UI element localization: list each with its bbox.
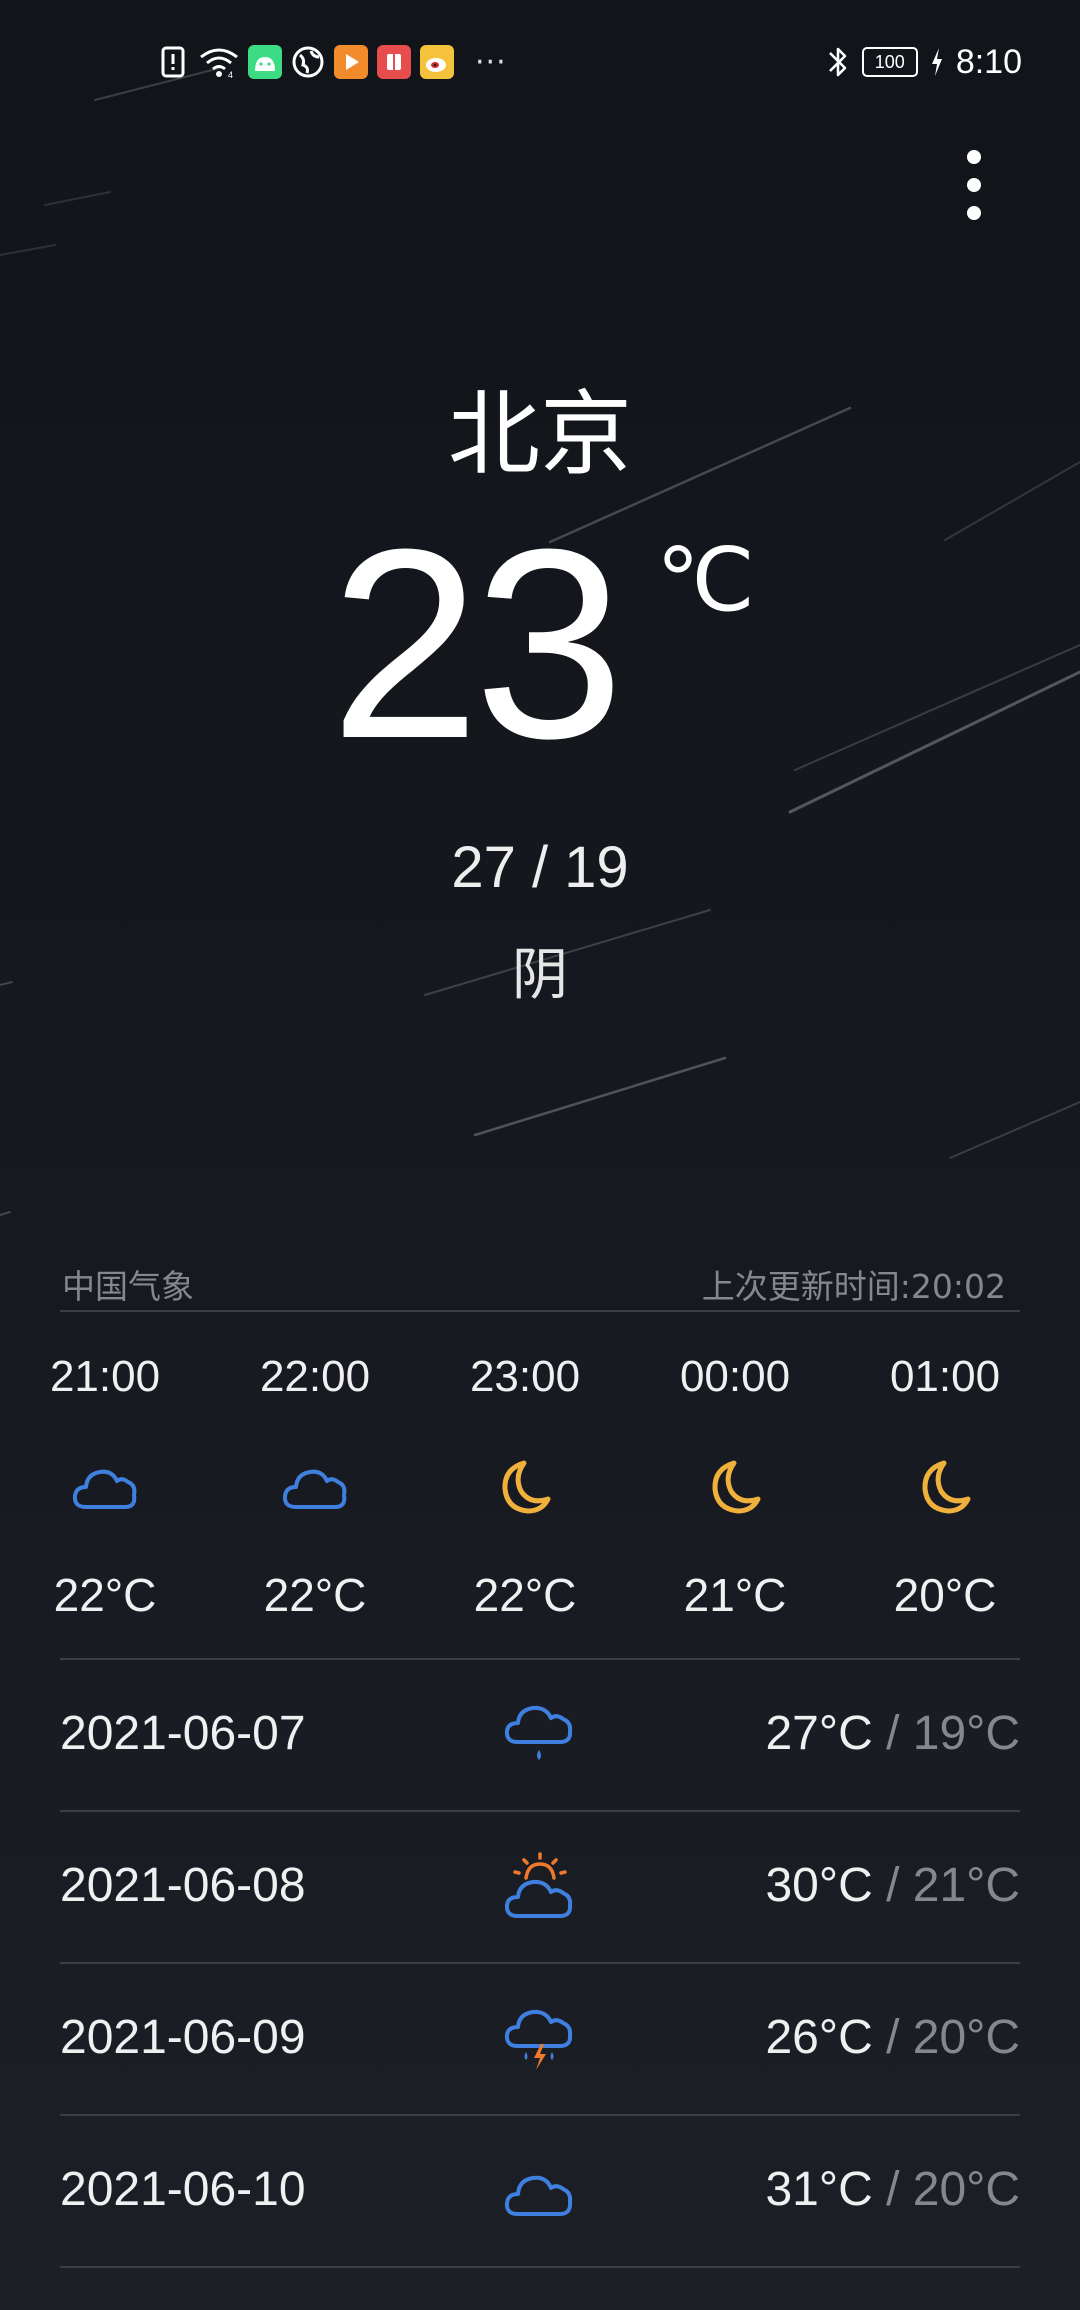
day-high: 30°C bbox=[765, 1859, 873, 1912]
hour-temperature: 20°C bbox=[893, 1569, 997, 1621]
cloudy-icon bbox=[72, 1469, 137, 1509]
current-temperature: 23 bbox=[330, 494, 624, 795]
day-temperatures: 31°C / 20°C bbox=[765, 2162, 1020, 2217]
charging-icon bbox=[931, 48, 942, 76]
day-high: 31°C bbox=[765, 2163, 873, 2216]
day-date: 2021-06-10 bbox=[60, 2163, 306, 2216]
day-temperatures: 27°C / 19°C bbox=[765, 1706, 1020, 1761]
status-bar-notification-icons: 4 ··· bbox=[156, 38, 507, 86]
weather-condition: 阴 bbox=[512, 943, 568, 1008]
rain-icon bbox=[504, 1705, 573, 1760]
moon-icon bbox=[502, 1460, 551, 1514]
thunder-rain-icon bbox=[504, 2009, 573, 2070]
status-bar-system-icons: 100 8:10 bbox=[826, 34, 1022, 90]
daily-row[interactable]: 2021-06-10 31°C / 20°C bbox=[60, 2114, 1020, 2268]
status-bar-time: 8:10 bbox=[955, 42, 1022, 81]
temp-separator: / bbox=[872, 1859, 913, 1912]
sim-alert-icon bbox=[161, 46, 185, 78]
globe-icon bbox=[292, 46, 324, 78]
status-bar: 4 ··· 100 8:10 bbox=[0, 30, 1080, 94]
day-date: 2021-06-08 bbox=[60, 1859, 306, 1912]
day-low: 20°C bbox=[912, 2011, 1020, 2064]
day-high: 27°C bbox=[765, 1707, 873, 1760]
data-source: 中国气象 bbox=[62, 1267, 194, 1306]
day-high: 26°C bbox=[765, 2011, 873, 2064]
day-low: 21°C bbox=[912, 1859, 1020, 1912]
hourly-forecast: 21:00 22°C 22:00 22°C 23:00 22°C 00:00 2… bbox=[0, 1352, 1080, 1652]
hour-time: 00:00 bbox=[679, 1352, 791, 1401]
last-updated: 上次更新时间:20:02 bbox=[701, 1267, 1006, 1306]
moon-icon bbox=[712, 1460, 761, 1514]
hour-time: 01:00 bbox=[889, 1352, 1001, 1401]
moon-icon bbox=[922, 1460, 971, 1514]
weibo-icon bbox=[420, 45, 454, 79]
temp-separator: / bbox=[872, 2163, 913, 2216]
partly-sunny-icon bbox=[504, 1852, 573, 1918]
temp-separator: / bbox=[872, 1707, 913, 1760]
menu-dot bbox=[967, 150, 981, 164]
hour-temperature: 22°C bbox=[473, 1569, 577, 1621]
day-temperatures: 26°C / 20°C bbox=[765, 2010, 1020, 2065]
day-temperatures: 30°C / 21°C bbox=[765, 1858, 1020, 1913]
more-vert-icon[interactable] bbox=[956, 150, 992, 220]
hour-time: 21:00 bbox=[49, 1352, 161, 1401]
hour-temperature: 22°C bbox=[53, 1569, 157, 1621]
bluetooth-icon bbox=[828, 47, 847, 77]
wifi-icon: 4 bbox=[200, 48, 238, 79]
info-row: 中国气象 上次更新时间:20:02 bbox=[60, 1256, 1020, 1312]
cloudy-icon bbox=[504, 2175, 573, 2216]
android-icon bbox=[248, 45, 282, 79]
day-date: 2021-06-09 bbox=[60, 2011, 306, 2064]
city-name: 北京 bbox=[447, 381, 632, 488]
daily-row[interactable]: 2021-06-09 26°C / 20°C bbox=[60, 1962, 1020, 2114]
daily-row[interactable]: 2021-06-08 30°C / 21°C bbox=[60, 1810, 1020, 1962]
video-app-icon bbox=[334, 45, 368, 79]
temp-separator: / bbox=[872, 2011, 913, 2064]
svg-text:4: 4 bbox=[228, 70, 233, 79]
battery-indicator: 100 bbox=[861, 47, 918, 77]
today-temperature-range: 27 / 19 bbox=[451, 835, 629, 900]
daily-forecast: 2021-06-07 27°C / 19°C 2021-06-08 30°C /… bbox=[60, 1658, 1020, 2268]
hour-time: 22:00 bbox=[259, 1352, 371, 1401]
more-notifications-indicator: ··· bbox=[475, 44, 507, 80]
menu-dot bbox=[967, 206, 981, 220]
cloudy-icon bbox=[282, 1469, 347, 1509]
day-low: 19°C bbox=[912, 1707, 1020, 1760]
day-low: 20°C bbox=[912, 2163, 1020, 2216]
menu-dot bbox=[967, 178, 981, 192]
hour-temperature: 22°C bbox=[263, 1569, 367, 1621]
temperature-unit: ℃ bbox=[656, 530, 755, 629]
hour-temperature: 21°C bbox=[683, 1569, 787, 1621]
day-date: 2021-06-07 bbox=[60, 1707, 306, 1760]
book-app-icon bbox=[377, 45, 411, 79]
daily-row[interactable]: 2021-06-07 27°C / 19°C bbox=[60, 1658, 1020, 1810]
hour-time: 23:00 bbox=[469, 1352, 581, 1401]
